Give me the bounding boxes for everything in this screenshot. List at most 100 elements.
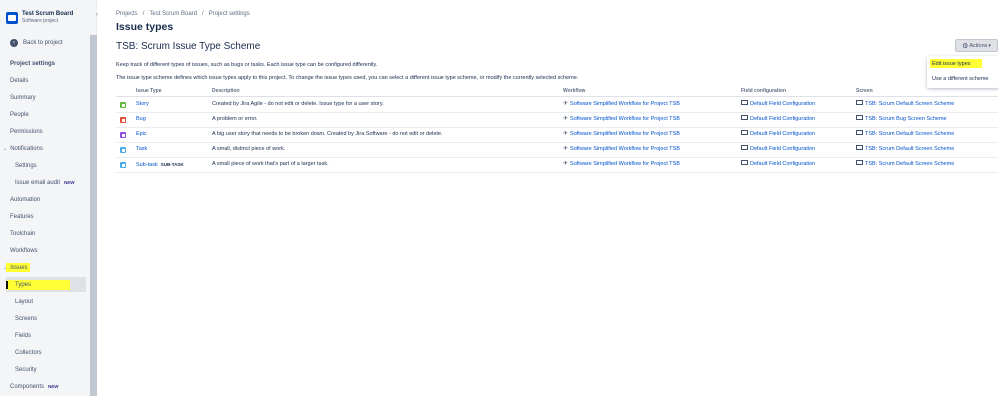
scheme-title: TSB: Scrum Issue Type Scheme [116, 41, 261, 52]
header-divider [116, 96, 998, 97]
breadcrumb-project-settings[interactable]: Project settings [209, 11, 250, 17]
types-selected-indicator [6, 281, 8, 289]
workflow-link[interactable]: Software Simplified Workflow for Project… [570, 116, 680, 122]
field-configuration-link[interactable]: Default Field Configuration [750, 116, 815, 122]
breadcrumb-projects[interactable]: Projects [116, 11, 138, 17]
gear-icon: ⚙ [962, 42, 969, 50]
sidebar-item-people[interactable]: People [10, 111, 29, 119]
description-text: Keep track of different types of issues,… [116, 62, 378, 68]
screen-scheme-icon [856, 100, 863, 106]
issue-type-link[interactable]: Task [136, 146, 147, 152]
issue-type-cell: Story [136, 101, 149, 108]
field-configuration-icon [741, 115, 748, 121]
workflow-icon: ✈ [563, 116, 569, 122]
issue-type-cell: Sub-task SUB-TASK [136, 161, 184, 169]
sub-task-type-icon [120, 162, 126, 168]
issue-type-cell: Epic [136, 131, 147, 138]
field-configuration-cell: Default Field Configuration [741, 160, 815, 168]
sidebar-item-issues-label: Issues [10, 265, 28, 271]
field-configuration-link[interactable]: Default Field Configuration [750, 131, 815, 137]
row-divider [116, 142, 998, 143]
workflow-icon: ✈ [563, 146, 569, 152]
sidebar-item-security[interactable]: Security [15, 366, 37, 374]
actions-button[interactable]: ⚙ Actions ▾ [955, 39, 998, 52]
screen-cell: TSB: Scrum Default Screen Scheme [856, 145, 954, 153]
sidebar-item-types[interactable]: Types [15, 281, 31, 289]
sidebar-item-features[interactable]: Features [10, 213, 34, 221]
description-cell: Created by Jira Agile - do not edit or d… [212, 101, 384, 107]
workflow-cell: ✈ Software Simplified Workflow for Projec… [563, 146, 680, 153]
sidebar-item-fields[interactable]: Fields [15, 332, 31, 340]
sidebar-item-screens[interactable]: Screens [15, 315, 37, 323]
subtask-badge: SUB-TASK [160, 162, 184, 167]
task-type-icon [120, 147, 126, 153]
field-configuration-link[interactable]: Default Field Configuration [750, 101, 815, 107]
bug-type-icon [120, 117, 126, 123]
sidebar-item-toolchain[interactable]: Toolchain [10, 230, 35, 238]
caret-down-icon: ▾ [988, 42, 991, 49]
back-to-project-link[interactable]: ‹ Back to project [10, 39, 63, 47]
screen-scheme-link[interactable]: TSB: Scrum Default Screen Scheme [865, 101, 954, 107]
sidebar-scrollbar[interactable] [90, 35, 97, 396]
breadcrumb-project[interactable]: Test Scrum Board [149, 11, 197, 17]
menu-item-edit-issue-types[interactable]: Edit issue types [932, 61, 971, 67]
sidebar-item-components-label: Components [10, 384, 45, 390]
issue-type-link[interactable]: Epic [136, 131, 147, 137]
screen-scheme-link[interactable]: TSB: Scrum Default Screen Scheme [865, 131, 954, 137]
field-configuration-link[interactable]: Default Field Configuration [750, 146, 815, 152]
issue-type-link[interactable]: Sub-task [136, 162, 158, 168]
back-to-project-label: Back to project [23, 40, 63, 46]
description-cell: A small piece of work that's part of a l… [212, 161, 329, 167]
sidebar-item-automation[interactable]: Automation [10, 196, 40, 204]
field-configuration-link[interactable]: Default Field Configuration [750, 161, 815, 167]
screen-scheme-link[interactable]: TSB: Scrum Bug Screen Scheme [865, 116, 947, 122]
story-type-icon [120, 102, 126, 108]
description-cell: A problem or error. [212, 116, 258, 122]
description-text: The issue type scheme defines which issu… [116, 75, 579, 81]
new-badge: NEW [48, 384, 59, 389]
sidebar-item-collectors[interactable]: Collectors [15, 349, 42, 357]
issue-type-cell: Task [136, 146, 147, 153]
issue-type-link[interactable]: Bug [136, 116, 146, 122]
row-divider [116, 172, 998, 173]
project-header[interactable]: Test Scrum Board Software project [6, 11, 73, 24]
chevron-down-icon: ⌄ [3, 146, 8, 152]
screen-cell: TSB: Scrum Bug Screen Scheme [856, 115, 947, 123]
sidebar-item-issue-email-audit-label: Issue email audit [15, 180, 61, 186]
sidebar-item-notifications[interactable]: ⌄ Notifications [3, 145, 43, 153]
project-avatar-icon [6, 12, 18, 24]
sidebar-item-issue-email-audit[interactable]: Issue email audit NEW [15, 179, 75, 187]
workflow-cell: ✈ Software Simplified Workflow for Projec… [563, 116, 680, 123]
collapse-sidebar-chevron-icon[interactable]: ‹ [96, 12, 98, 18]
workflow-link[interactable]: Software Simplified Workflow for Project… [570, 131, 680, 137]
workflow-link[interactable]: Software Simplified Workflow for Project… [570, 146, 680, 152]
project-name: Test Scrum Board [22, 11, 74, 17]
workflow-link[interactable]: Software Simplified Workflow for Project… [570, 161, 680, 167]
sidebar-item-issues[interactable]: ⌄ Issues [3, 264, 28, 272]
workflow-cell: ✈ Software Simplified Workflow for Projec… [563, 101, 680, 108]
field-configuration-cell: Default Field Configuration [741, 115, 815, 123]
sidebar-item-permissions[interactable]: Permissions [10, 128, 43, 136]
screen-scheme-link[interactable]: TSB: Scrum Default Screen Scheme [865, 146, 954, 152]
column-header-field-configuration: Field configuration [741, 88, 786, 94]
sidebar-item-components[interactable]: Components NEW [10, 383, 59, 391]
workflow-cell: ✈ Software Simplified Workflow for Projec… [563, 161, 680, 168]
description-cell: A big user story that needs to be broken… [212, 131, 443, 137]
sidebar-item-workflows[interactable]: Workflows [10, 247, 38, 255]
sidebar-item-details[interactable]: Details [10, 77, 28, 85]
sidebar-item-layout[interactable]: Layout [15, 298, 33, 306]
epic-type-icon [120, 132, 126, 138]
screen-scheme-link[interactable]: TSB: Scrum Default Screen Scheme [865, 161, 954, 167]
column-header-workflow: Workflow [563, 88, 586, 94]
row-divider [116, 112, 998, 113]
field-configuration-cell: Default Field Configuration [741, 100, 815, 108]
workflow-icon: ✈ [563, 131, 569, 137]
sidebar-item-summary[interactable]: Summary [10, 94, 36, 102]
breadcrumb: Projects / Test Scrum Board / Project settin… [116, 11, 250, 17]
screen-scheme-icon [856, 145, 863, 151]
menu-item-use-different-scheme[interactable]: Use a different scheme [932, 76, 988, 82]
sidebar-item-settings[interactable]: Settings [15, 162, 37, 170]
chevron-down-icon: ⌄ [3, 265, 8, 271]
workflow-link[interactable]: Software Simplified Workflow for Project… [570, 101, 680, 107]
issue-type-link[interactable]: Story [136, 101, 149, 107]
